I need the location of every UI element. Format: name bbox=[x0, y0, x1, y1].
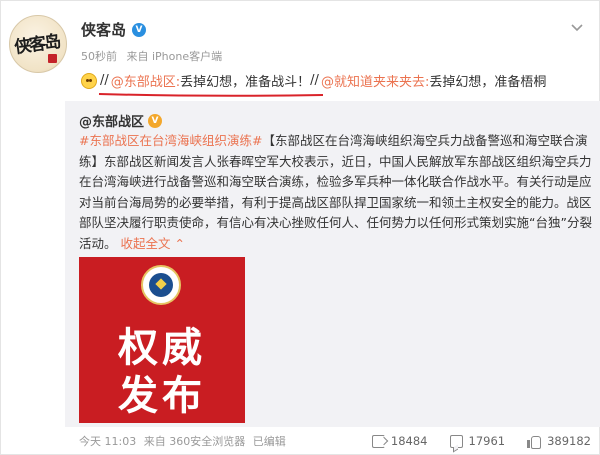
repost-separator: // bbox=[100, 73, 109, 88]
post-time[interactable]: 50秒前 bbox=[81, 50, 117, 63]
verified-icon: V bbox=[148, 113, 163, 128]
collapse-icon: ⌃ bbox=[174, 235, 185, 251]
share-count: 18484 bbox=[390, 434, 428, 448]
repost-text: // @东部战区: 丢掉幻想，准备战斗！ // @就知道夹来夹去: 丢掉幻想，准… bbox=[81, 71, 546, 90]
edited-label[interactable]: 已编辑 bbox=[253, 435, 286, 448]
original-author-row: @东部战区 V bbox=[79, 111, 163, 130]
like-button[interactable]: 389182 bbox=[527, 434, 591, 449]
post-meta: 50秒前 来自 iPhone客户端 bbox=[81, 48, 222, 64]
comment-button[interactable]: 17961 bbox=[449, 434, 506, 448]
post-image[interactable]: 权威 发布 bbox=[79, 257, 245, 423]
share-button[interactable]: 18484 bbox=[371, 434, 428, 448]
topic-link[interactable]: #东部战区在台湾海峡组织演练# bbox=[79, 133, 262, 148]
original-post: @东部战区 V #东部战区在台湾海峡组织演练#【东部战区在台湾海峡组织海空兵力战… bbox=[65, 101, 600, 427]
avatar[interactable]: 侠客岛 bbox=[9, 15, 67, 73]
original-meta: 今天 11:03 来自 360安全浏览器 已编辑 bbox=[79, 433, 286, 449]
action-bar: 18484 17961 389182 bbox=[371, 427, 591, 455]
seal-icon bbox=[48, 54, 57, 63]
image-text-line2: 发布 bbox=[118, 372, 206, 419]
author-name[interactable]: 侠客岛 bbox=[81, 19, 126, 40]
mention-link[interactable]: @东部战区: bbox=[111, 71, 180, 90]
original-text: 【东部战区在台湾海峡组织海空兵力战备警巡和海空联合演练】东部战区新闻发言人张春晖… bbox=[79, 133, 592, 251]
post-source: 来自 iPhone客户端 bbox=[126, 50, 223, 63]
like-icon bbox=[527, 435, 542, 449]
comment-icon bbox=[449, 434, 463, 448]
original-time[interactable]: 今天 11:03 bbox=[79, 435, 136, 448]
weibo-post: 侠客岛 侠客岛 V 50秒前 来自 iPhone客户端 // @东部战区: 丢掉… bbox=[0, 0, 600, 455]
comment-count: 17961 bbox=[468, 434, 506, 448]
repost-separator: // bbox=[310, 73, 319, 88]
original-author[interactable]: @东部战区 bbox=[79, 111, 144, 130]
original-source: 来自 360安全浏览器 bbox=[143, 435, 246, 448]
author-row: 侠客岛 V bbox=[81, 19, 147, 40]
emblem-icon bbox=[141, 265, 181, 305]
repost-comment: 丢掉幻想，准备战斗！ bbox=[180, 75, 311, 90]
like-count: 389182 bbox=[547, 434, 591, 448]
mention-link[interactable]: @就知道夹来夹去: bbox=[321, 71, 429, 90]
verified-icon: V bbox=[132, 22, 147, 37]
original-footer: 今天 11:03 来自 360安全浏览器 已编辑 18484 17961 389… bbox=[65, 427, 600, 455]
emoji-icon bbox=[81, 72, 97, 89]
collapse-label: 收起全文 bbox=[120, 235, 171, 251]
share-icon bbox=[371, 434, 385, 448]
original-body: #东部战区在台湾海峡组织演练#【东部战区在台湾海峡组织海空兵力战备警巡和海空联合… bbox=[79, 131, 595, 254]
repost-comment: 丢掉幻想，准备梧桐 bbox=[429, 75, 547, 90]
chevron-down-icon[interactable] bbox=[569, 19, 585, 35]
collapse-button[interactable]: 收起全文 ⌃ bbox=[121, 236, 185, 251]
annotation-underline bbox=[98, 93, 324, 97]
